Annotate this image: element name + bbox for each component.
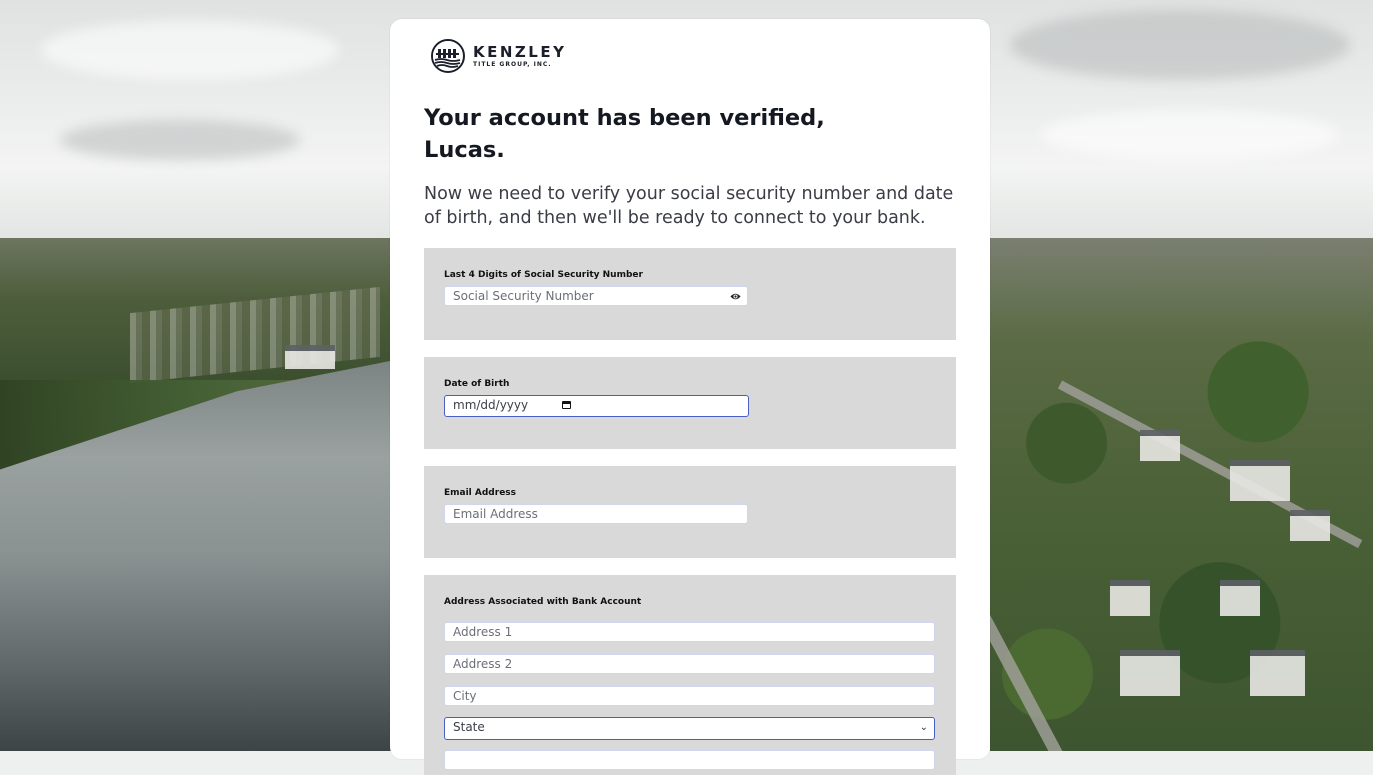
cloud bbox=[60, 120, 300, 160]
dob-input[interactable]: mm/dd/yyyy bbox=[444, 395, 749, 417]
email-placeholder: Email Address bbox=[453, 507, 538, 521]
city-input[interactable]: City bbox=[444, 686, 935, 706]
house bbox=[1290, 510, 1330, 541]
logo-trees-icon bbox=[431, 39, 465, 73]
ssn-section: Last 4 Digits of Social Security Number … bbox=[424, 248, 956, 340]
house bbox=[1140, 430, 1180, 461]
address-label: Address Associated with Bank Account bbox=[444, 597, 642, 607]
house bbox=[1230, 460, 1290, 501]
address1-input[interactable]: Address 1 bbox=[444, 622, 935, 642]
chevron-down-icon: ⌄ bbox=[919, 722, 928, 733]
page-title-line2: Lucas. bbox=[424, 137, 505, 163]
right-landscape bbox=[990, 238, 1373, 751]
ssn-input[interactable]: Social Security Number bbox=[444, 286, 748, 306]
email-section: Email Address Email Address bbox=[424, 466, 956, 558]
calendar-icon[interactable] bbox=[562, 401, 571, 409]
city-placeholder: City bbox=[453, 689, 477, 703]
house bbox=[1120, 650, 1180, 696]
brand-name: KENZLEY bbox=[473, 42, 567, 61]
ssn-placeholder: Social Security Number bbox=[453, 289, 594, 303]
brand-subtitle: TITLE GROUP, INC. bbox=[473, 60, 552, 68]
ssn-label: Last 4 Digits of Social Security Number bbox=[444, 270, 643, 280]
house bbox=[1110, 580, 1150, 616]
cloud bbox=[1010, 10, 1350, 80]
email-input[interactable]: Email Address bbox=[444, 504, 748, 524]
page-title-line1: Your account has been verified, bbox=[424, 105, 825, 131]
email-label: Email Address bbox=[444, 488, 517, 498]
dob-placeholder: mm/dd/yyyy bbox=[453, 398, 529, 412]
dob-section: Date of Birth mm/dd/yyyy bbox=[424, 357, 956, 449]
address1-placeholder: Address 1 bbox=[453, 625, 513, 639]
page-title: Your account has been verified, Lucas. bbox=[424, 102, 844, 166]
address2-placeholder: Address 2 bbox=[453, 657, 513, 671]
cloud bbox=[40, 20, 340, 80]
verification-card: KENZLEY TITLE GROUP, INC. Your account h… bbox=[390, 19, 990, 775]
state-selected-value: State bbox=[453, 720, 485, 734]
dob-label: Date of Birth bbox=[444, 379, 510, 389]
state-select[interactable]: State ⌄ bbox=[444, 717, 935, 740]
building bbox=[285, 345, 335, 369]
address-section: Address Associated with Bank Account Add… bbox=[424, 575, 956, 775]
zip-input[interactable] bbox=[444, 750, 935, 770]
cloud bbox=[1040, 110, 1340, 160]
show-password-eye-icon[interactable] bbox=[730, 291, 741, 302]
intro-text: Now we need to verify your social securi… bbox=[424, 184, 954, 228]
house bbox=[1250, 650, 1305, 696]
brand-logo: KENZLEY TITLE GROUP, INC. bbox=[431, 39, 566, 73]
address2-input[interactable]: Address 2 bbox=[444, 654, 935, 674]
house bbox=[1220, 580, 1260, 616]
